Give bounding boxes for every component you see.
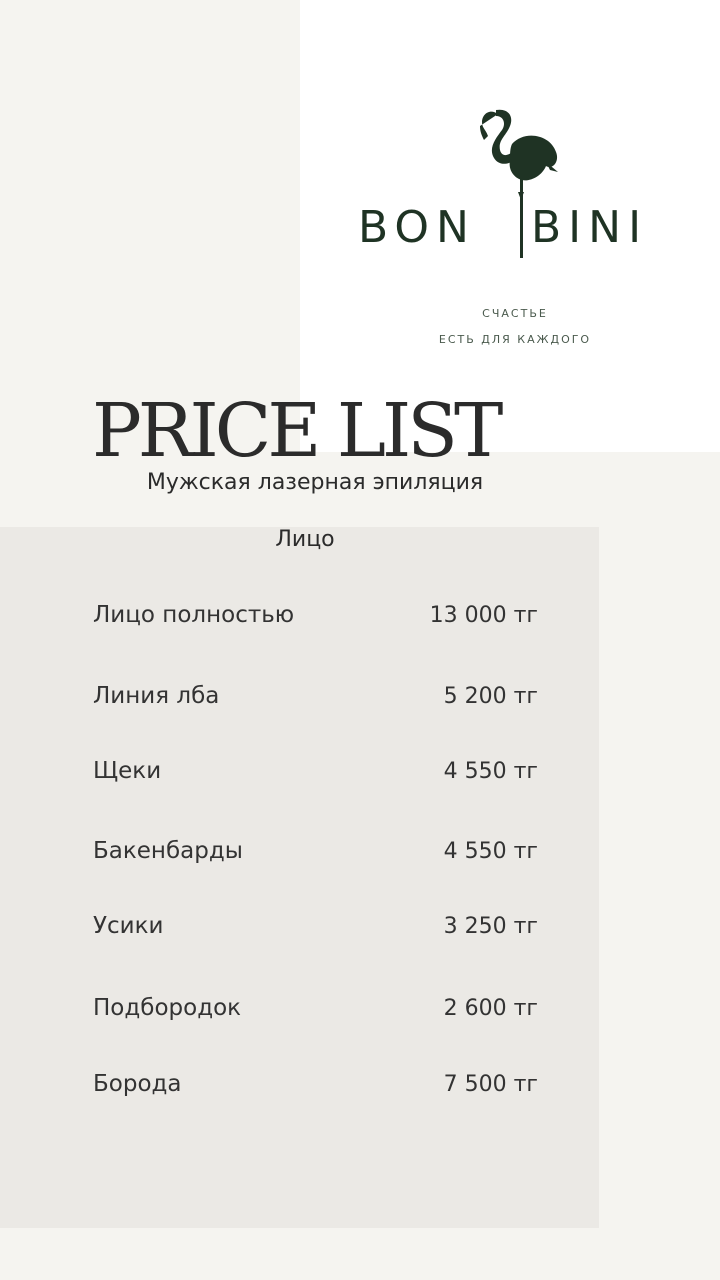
- service-price: 2 600 тг: [443, 995, 538, 1021]
- price-row: Борода 7 500 тг: [93, 1064, 538, 1104]
- price-row: Линия лба 5 200 тг: [93, 676, 538, 716]
- service-price: 13 000 тг: [429, 602, 538, 628]
- service-price: 4 550 тг: [443, 838, 538, 864]
- brand-name-right: BINI: [531, 202, 649, 253]
- price-row: Бакенбарды 4 550 тг: [93, 831, 538, 871]
- section-heading: Лицо: [275, 527, 335, 552]
- price-row: Щеки 4 550 тг: [93, 751, 538, 791]
- price-row: Подбородок 2 600 тг: [93, 988, 538, 1028]
- service-name: Борода: [93, 1071, 182, 1097]
- service-name: Бакенбарды: [93, 838, 243, 864]
- brand-tagline-line1: СЧАСТЬЕ: [482, 307, 548, 320]
- brand-tagline-line2: ЕСТЬ ДЛЯ КАЖДОГО: [438, 333, 592, 346]
- service-price: 4 550 тг: [443, 758, 538, 784]
- service-name: Линия лба: [93, 683, 220, 709]
- brand-name-left: BON: [358, 202, 476, 253]
- service-name: Лицо полностью: [93, 602, 295, 628]
- page-title: PRICE LIST: [92, 388, 503, 474]
- service-price: 7 500 тг: [443, 1071, 538, 1097]
- price-row: Лицо полностью 13 000 тг: [93, 595, 538, 635]
- service-price: 5 200 тг: [443, 683, 538, 709]
- service-name: Щеки: [93, 758, 162, 784]
- service-price: 3 250 тг: [443, 913, 538, 939]
- page-subtitle: Мужская лазерная эпиляция: [146, 470, 484, 495]
- price-row: Усики 3 250 тг: [93, 906, 538, 946]
- service-name: Подбородок: [93, 995, 242, 1021]
- service-name: Усики: [93, 913, 164, 939]
